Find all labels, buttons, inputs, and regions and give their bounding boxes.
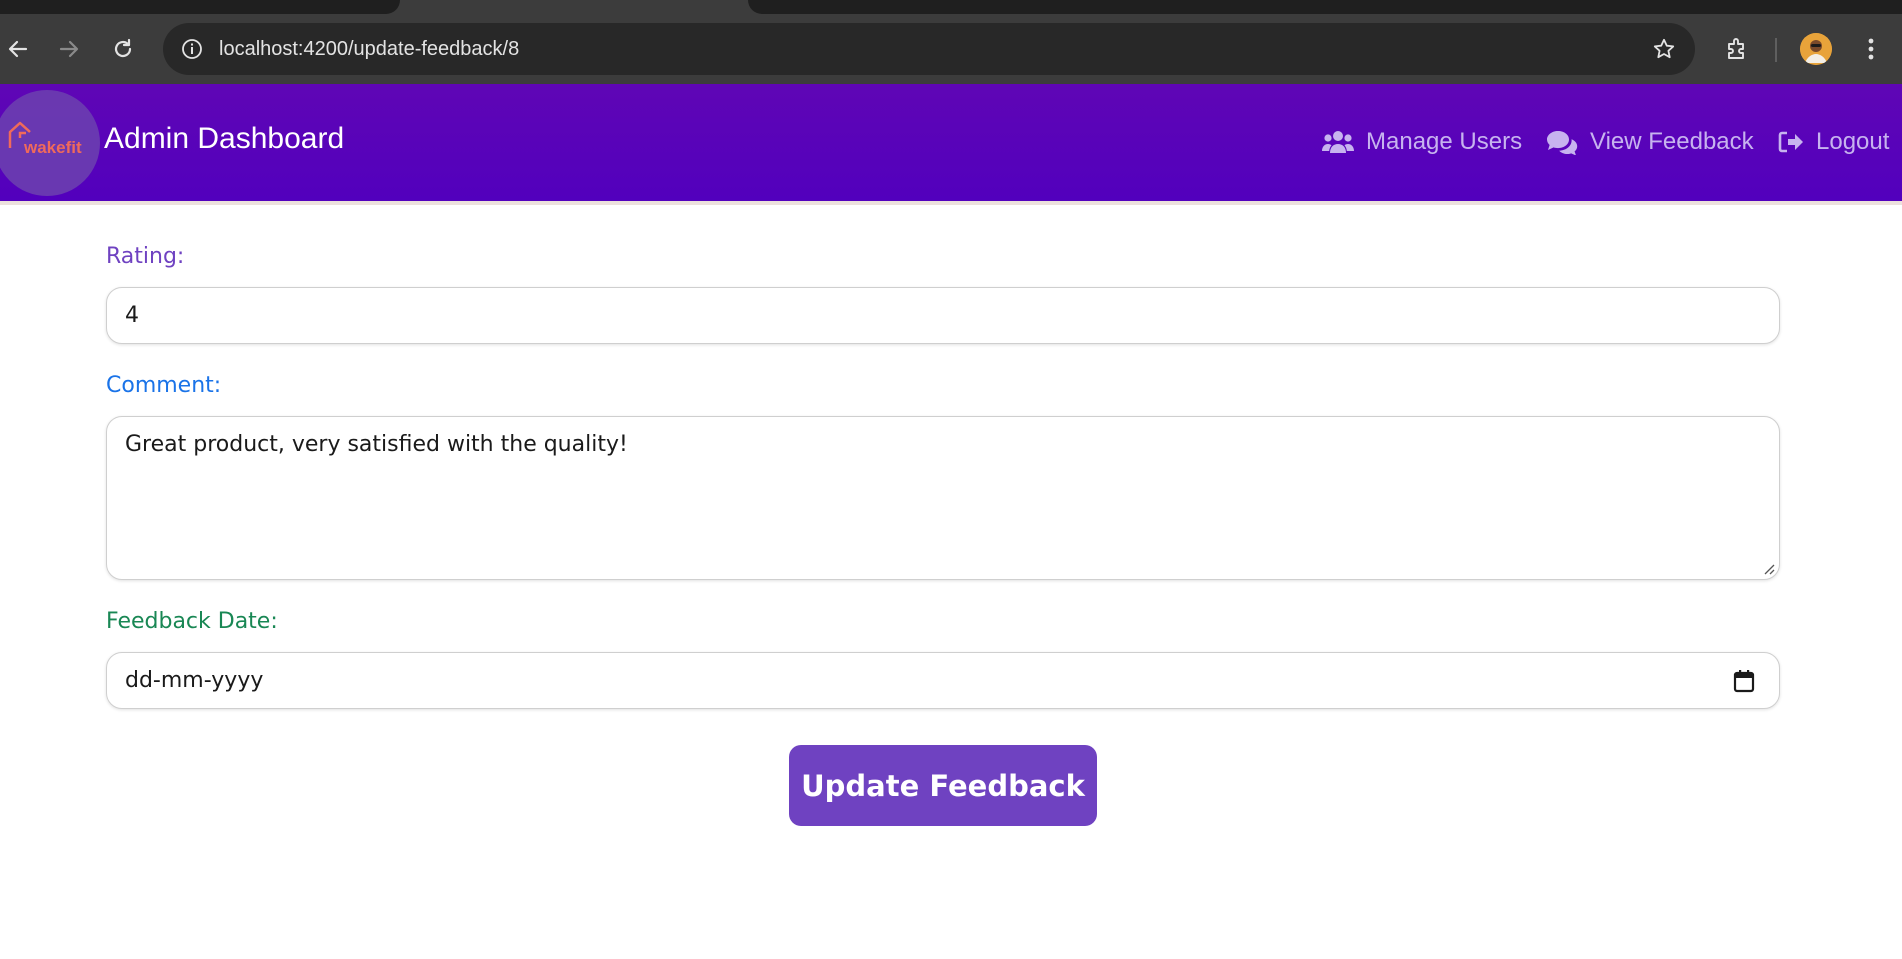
update-feedback-button[interactable]: Update Feedback: [789, 745, 1097, 826]
nav-label: Logout: [1816, 128, 1890, 155]
browser-tab[interactable]: [748, 0, 1902, 14]
browser-tabstrip: [0, 0, 1902, 14]
comment-textarea[interactable]: Great product, very satisfied with the q…: [106, 416, 1780, 580]
rating-input[interactable]: 4: [106, 287, 1780, 344]
back-icon[interactable]: [3, 34, 33, 64]
comments-icon: [1546, 129, 1578, 155]
browser-tab[interactable]: [0, 0, 400, 14]
resize-handle-icon[interactable]: [1763, 563, 1775, 575]
browser-toolbar: localhost:4200/update-feedback/8: [0, 14, 1902, 84]
logout-icon: [1778, 130, 1804, 154]
comment-text: Great product, very satisfied with the q…: [125, 432, 628, 457]
feedback-date-input[interactable]: dd-mm-yyyy: [106, 652, 1780, 709]
reload-icon[interactable]: [108, 34, 138, 64]
rating-label: Rating:: [106, 244, 185, 269]
more-menu-icon[interactable]: [1856, 34, 1886, 64]
users-icon: [1322, 130, 1354, 154]
address-bar[interactable]: localhost:4200/update-feedback/8: [163, 23, 1695, 75]
nav-label: Manage Users: [1366, 128, 1523, 155]
forward-icon[interactable]: [54, 34, 84, 64]
site-info-icon[interactable]: [179, 36, 205, 62]
app-header: wakefit Admin Dashboard Manage Users Vie…: [0, 84, 1902, 201]
nav-view-feedback[interactable]: View Feedback: [1546, 124, 1754, 160]
profile-avatar[interactable]: [1800, 33, 1832, 65]
nav-label: View Feedback: [1590, 128, 1754, 155]
toolbar-divider: [1775, 38, 1777, 62]
nav-manage-users[interactable]: Manage Users: [1322, 124, 1522, 160]
calendar-icon[interactable]: [1733, 669, 1755, 693]
date-label: Feedback Date:: [106, 609, 278, 634]
bookmark-star-icon[interactable]: [1651, 36, 1677, 62]
extensions-icon[interactable]: [1722, 34, 1752, 64]
nav-logout[interactable]: Logout: [1778, 124, 1889, 160]
page-title[interactable]: Admin Dashboard: [104, 122, 344, 156]
header-divider: [0, 201, 1902, 205]
url-text[interactable]: localhost:4200/update-feedback/8: [219, 23, 519, 75]
comment-label: Comment:: [106, 373, 222, 398]
logo-text: wakefit: [24, 138, 82, 157]
date-placeholder: dd-mm-yyyy: [125, 668, 264, 693]
